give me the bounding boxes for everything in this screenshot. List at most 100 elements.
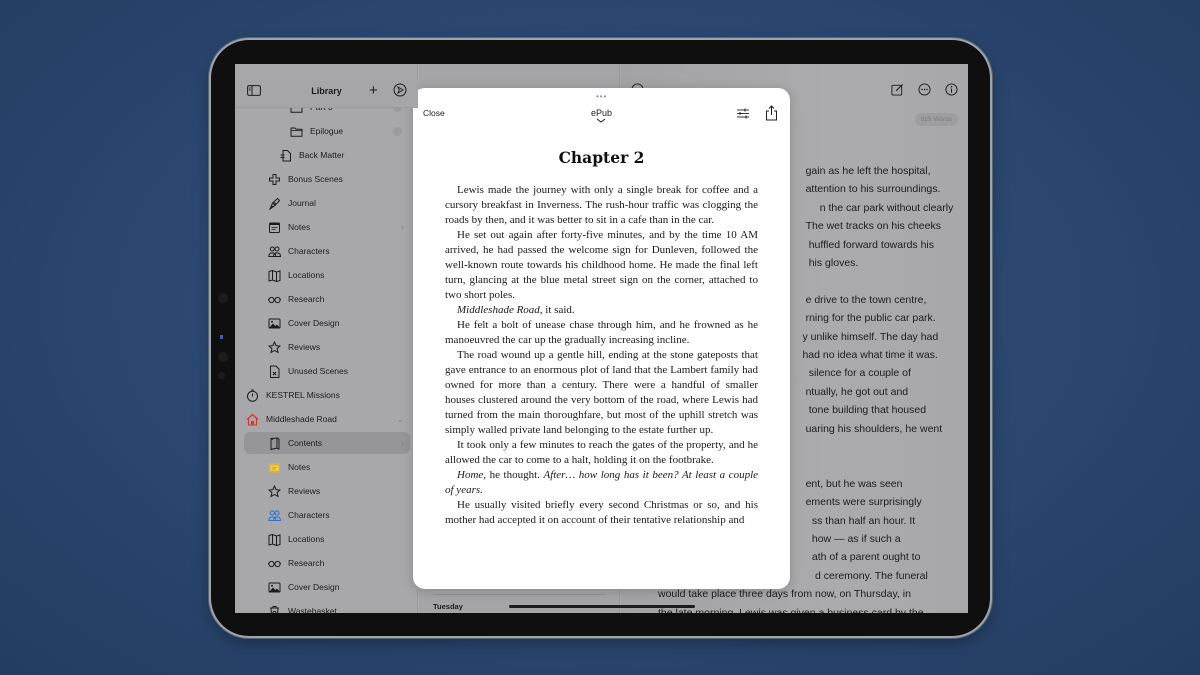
book-icon <box>270 436 280 450</box>
star-icon <box>268 340 281 354</box>
epub-body-text: Lewis made the journey with only a singl… <box>445 183 758 528</box>
pen-nib-icon <box>269 197 281 210</box>
epub-paragraph: He felt a bolt of unease chase through h… <box>445 319 758 346</box>
unused-doc-icon <box>270 365 280 378</box>
editor-line: the late morning. Lewis was given a busi… <box>658 606 924 613</box>
chapter-title: Chapter 2 <box>558 148 645 167</box>
sheet-grabber[interactable]: ••• <box>596 92 607 101</box>
sidebar-item-cover-design[interactable]: Cover Design <box>268 576 410 598</box>
sidebar-item-journal[interactable]: Journal <box>268 192 410 214</box>
sidebar-item-label: Back Matter <box>299 150 345 160</box>
add-button[interactable]: + <box>369 82 378 100</box>
epub-paragraph: Home, he thought. After… how long has it… <box>445 469 759 496</box>
sidebar-item-research[interactable]: Research <box>268 288 410 310</box>
trash-icon <box>270 605 279 613</box>
sidebar-item-kestrel-missions[interactable]: KESTREL Missions <box>246 384 410 406</box>
editor-line: ss than half an hour. It <box>811 514 916 527</box>
editor-line: how — as if such a <box>811 533 901 545</box>
epub-preview-sheet: ••• Close ePub Chapter 2 Lewis made the … <box>413 88 790 589</box>
epub-paragraph: It took only a few minutes to reach the … <box>445 439 758 466</box>
sidebar-item-label: Research <box>288 294 325 304</box>
home-indicator[interactable] <box>509 605 695 608</box>
chevron-right-icon[interactable]: › <box>401 222 404 232</box>
sidebar-header: Library + <box>235 80 418 108</box>
chevron-down-icon[interactable]: ⌄ <box>396 414 404 425</box>
sidebar-item-cover-design[interactable]: Cover Design <box>268 312 410 334</box>
editor-line: tone building that housed <box>808 404 927 417</box>
sidebar-item-label: Notes <box>288 462 311 472</box>
sidebar-item-wastebasket[interactable]: Wastebasket <box>268 600 410 613</box>
image-icon <box>268 582 281 592</box>
sidebar-item-label: Bonus Scenes <box>288 174 343 184</box>
back-matter-icon <box>280 149 291 161</box>
compass-icon[interactable] <box>393 83 407 97</box>
editor-line: The wet tracks on his cheeks <box>805 220 941 233</box>
sidebar-title: Library <box>311 86 342 96</box>
sidebar-item-label: Wastebasket <box>288 606 337 613</box>
sidebar-item-notes[interactable]: Notes › <box>268 216 410 238</box>
sidebar-item-contents[interactable]: Contents › <box>244 432 410 454</box>
format-title[interactable]: ePub <box>413 108 790 118</box>
sidebar-item-label: Locations <box>288 270 325 280</box>
map-icon <box>268 533 281 546</box>
editor-line: rning for the public car park. <box>805 312 936 325</box>
bonus-plus-icon <box>269 173 280 185</box>
divider <box>433 594 605 595</box>
sidebar-item-label: Characters <box>288 510 330 520</box>
editor-line: silence for a couple of <box>808 367 911 380</box>
sidebar-item-locations[interactable]: Locations <box>268 264 410 286</box>
epub-paragraph: He set out again after forty-five minute… <box>445 229 758 301</box>
editor-line: e drive to the town centre, <box>805 293 927 306</box>
sidebar-item-unused-scenes[interactable]: Unused Scenes <box>268 360 410 382</box>
sidebar-item-epilogue[interactable]: Epilogue <box>290 120 410 142</box>
sidebar-item-reviews[interactable]: Reviews <box>268 480 410 502</box>
sidebar-item-label: KESTREL Missions <box>266 390 340 400</box>
chevron-down-icon[interactable] <box>596 118 606 123</box>
glasses-icon <box>268 296 281 303</box>
status-dot <box>393 126 402 136</box>
library-sidebar: Library + Part 3EpilogueBack MatterBonus… <box>235 64 418 613</box>
image-icon <box>268 318 281 328</box>
sidebar-item-characters[interactable]: Characters <box>268 240 410 262</box>
editor-line: uaring his shoulders, he went <box>805 422 943 435</box>
sidebar-item-notes[interactable]: Notes <box>268 456 410 478</box>
notes-yellow-icon <box>269 462 280 472</box>
sidebar-item-back-matter[interactable]: Back Matter <box>279 144 410 166</box>
epub-paragraph: Lewis made the journey with only a singl… <box>445 184 758 226</box>
editor-line: ntually, he got out and <box>805 385 909 398</box>
more-icon[interactable] <box>918 83 931 96</box>
star-icon <box>268 484 281 498</box>
editor-line: n the car park without clearly <box>819 201 954 214</box>
sidebar-item-reviews[interactable]: Reviews <box>268 336 410 358</box>
sidebar-item-bonus-scenes[interactable]: Bonus Scenes <box>268 168 410 190</box>
sidebar-item-middleshade-road[interactable]: Middleshade Road ⌄ <box>246 408 410 430</box>
editor-line: attention to his surroundings. <box>805 183 941 196</box>
compose-icon[interactable] <box>891 83 904 96</box>
timer-icon <box>247 389 258 402</box>
chevron-right-icon[interactable]: › <box>401 438 404 448</box>
sidebar-item-label: Cover Design <box>288 582 340 592</box>
epub-paragraph: He usually visited briefly every second … <box>445 499 758 526</box>
sidebar-item-label: Cover Design <box>288 318 340 328</box>
sidebar-item-label: Locations <box>288 534 325 544</box>
editor-line: y unlike himself. The day had <box>802 330 939 343</box>
epub-paragraph: Middleshade Road, it said. <box>457 304 575 316</box>
editor-line: ements were surprisingly <box>805 496 922 509</box>
sidebar-item-label: Journal <box>288 198 316 208</box>
editor-toolbar <box>891 83 958 96</box>
settings-sliders-icon[interactable] <box>736 107 750 120</box>
sidebar-item-label: Reviews <box>288 342 321 352</box>
sensor-dot <box>218 372 225 379</box>
word-count-badge[interactable]: 925 Words <box>914 113 958 126</box>
folder-icon <box>290 127 303 137</box>
share-icon[interactable] <box>765 105 778 121</box>
sidebar-item-research[interactable]: Research <box>268 552 410 574</box>
notes-icon <box>269 222 280 233</box>
house-icon <box>246 413 259 426</box>
sidebar-item-locations[interactable]: Locations <box>268 528 410 550</box>
editor-line: gain as he left the hospital, <box>805 165 931 177</box>
editor-line: his gloves. <box>808 257 859 269</box>
sidebar-item-characters[interactable]: Characters <box>268 504 410 526</box>
epub-paragraph: The road wound up a gentle hill, ending … <box>445 349 758 436</box>
info-icon[interactable] <box>945 83 958 96</box>
